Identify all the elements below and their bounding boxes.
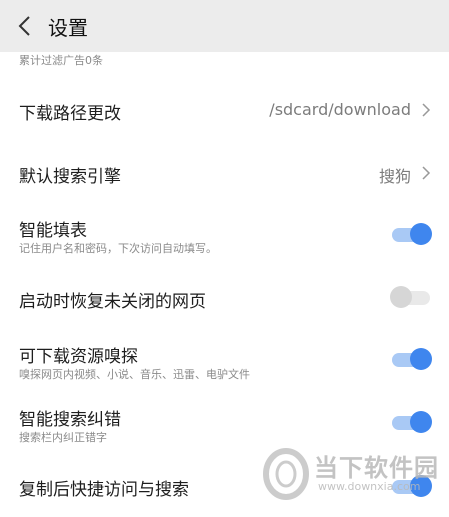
toggle-knob [390, 286, 412, 308]
search-correction-subtitle: 搜索栏内纠正错字 [19, 431, 107, 444]
download-path-label: 下载路径更改 [19, 104, 121, 124]
resource-sniff-toggle[interactable] [390, 347, 432, 371]
search-correction-row: 智能搜索纠错 搜索栏内纠正错字 [0, 403, 449, 451]
toggle-knob [410, 348, 432, 370]
smart-fill-row: 智能填表 记住用户名和密码，下次访问自动填写。 [0, 213, 449, 261]
restore-pages-row: 启动时恢复未关闭的网页 [0, 282, 449, 318]
search-engine-row[interactable]: 默认搜索引擎 搜狗 [0, 151, 449, 195]
search-engine-value: 搜狗 [378, 167, 411, 186]
resource-sniff-row: 可下载资源嗅探 嗅探网页内视频、小说、音乐、迅雷、电驴文件 [0, 340, 449, 388]
quick-access-label: 复制后快捷访问与搜索 [19, 480, 189, 500]
ad-filter-subtitle: 累计过滤广告0条 [19, 54, 103, 67]
ad-filter-row[interactable]: 累计过滤广告0条 [0, 52, 449, 72]
watermark-url: www.downxia.com [318, 480, 421, 493]
restore-pages-label: 启动时恢复未关闭的网页 [19, 292, 206, 312]
chevron-right-icon [422, 166, 431, 180]
search-correction-label: 智能搜索纠错 [19, 410, 121, 430]
smart-fill-toggle[interactable] [390, 222, 432, 246]
watermark: 当下软件园 www.downxia.com [262, 446, 442, 506]
smart-fill-subtitle: 记住用户名和密码，下次访问自动填写。 [19, 242, 217, 255]
watermark-logo-icon [263, 448, 309, 500]
watermark-brand: 当下软件园 [314, 454, 439, 482]
restore-pages-toggle[interactable] [390, 285, 432, 309]
resource-sniff-subtitle: 嗅探网页内视频、小说、音乐、迅雷、电驴文件 [19, 368, 250, 381]
toggle-knob [410, 411, 432, 433]
toggle-knob [410, 223, 432, 245]
download-path-row[interactable]: 下载路径更改 /sdcard/download [0, 88, 449, 132]
chevron-left-icon[interactable] [0, 0, 48, 52]
chevron-right-icon [422, 103, 431, 117]
search-engine-label: 默认搜索引擎 [19, 167, 121, 187]
top-bar: 设置 [0, 0, 449, 52]
smart-fill-label: 智能填表 [19, 221, 87, 241]
download-path-value: /sdcard/download [269, 100, 411, 119]
page-title: 设置 [48, 15, 88, 40]
resource-sniff-label: 可下载资源嗅探 [19, 347, 138, 367]
search-correction-toggle[interactable] [390, 410, 432, 434]
